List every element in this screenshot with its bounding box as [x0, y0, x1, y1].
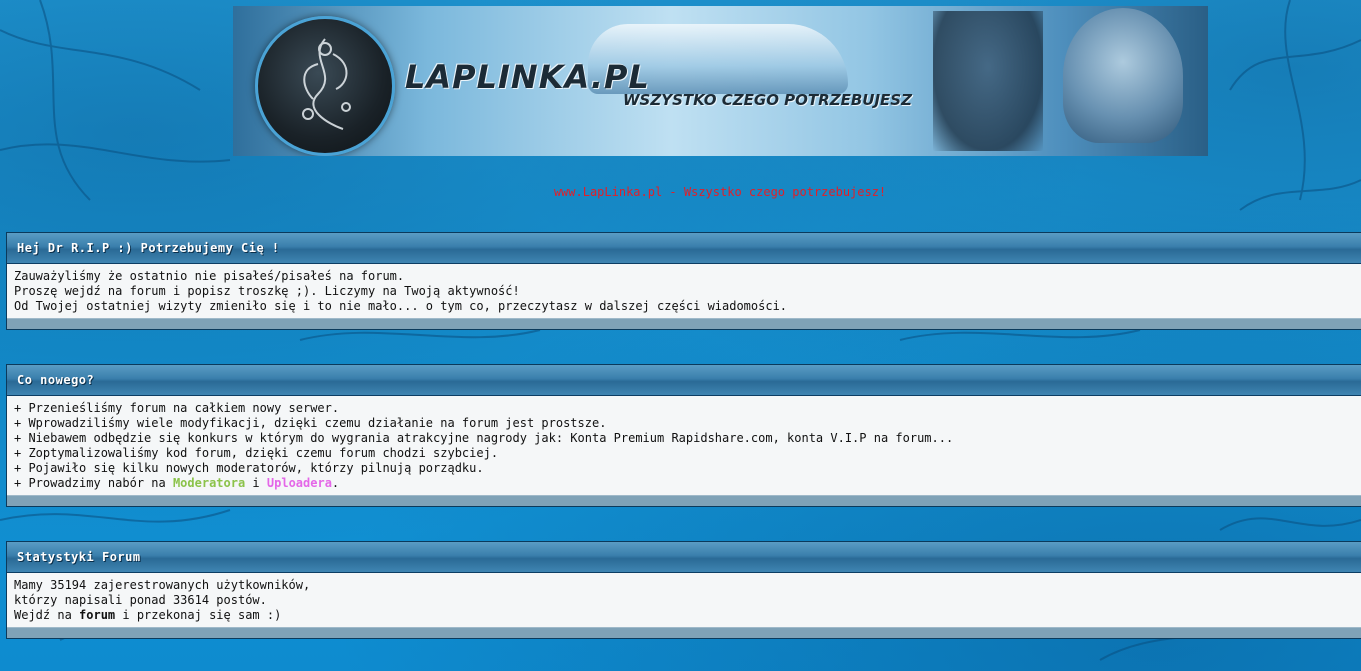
stats-panel-title: Statystyki Forum — [7, 542, 1361, 573]
uploader-link[interactable]: Uploadera — [267, 476, 332, 490]
welcome-panel: Hej Dr R.I.P :) Potrzebujemy Cię ! Zauwa… — [6, 232, 1361, 330]
welcome-line: Zauważyliśmy że ostatnio nie pisałeś/pis… — [14, 269, 405, 283]
welcome-line: Proszę wejdź na forum i popisz troszkę ;… — [14, 284, 520, 298]
news-panel-title: Co nowego? — [7, 365, 1361, 396]
news-item: + Niebawem odbędzie się konkurs w którym… — [14, 431, 954, 445]
site-tagline: www.LapLinka.pl - Wszystko czego potrzeb… — [553, 185, 887, 199]
banner-logo-text: LAPLINKA.PL — [405, 58, 650, 96]
recruit-prefix: + Prowadzimy nabór na — [14, 476, 173, 490]
invite-prefix: Wejdź na — [14, 608, 80, 622]
stats-invite-line: Wejdź na forum i przekonaj się sam :) — [14, 608, 1355, 623]
soldier-image — [933, 11, 1043, 151]
stats-panel-footer — [7, 627, 1361, 638]
banner-slogan: WSZYSTKO CZEGO POTRZEBUJESZ — [623, 91, 912, 109]
news-item: + Pojawiło się kilku nowych moderatorów,… — [14, 461, 484, 475]
news-panel: Co nowego? + Przenieśliśmy forum na całk… — [6, 364, 1361, 507]
moderator-link[interactable]: Moderatora — [173, 476, 245, 490]
news-item: + Przenieśliśmy forum na całkiem nowy se… — [14, 401, 340, 415]
stats-users-line: Mamy 35194 zajerestrowanych użytkowników… — [14, 578, 311, 592]
welcome-panel-title: Hej Dr R.I.P :) Potrzebujemy Cię ! — [7, 233, 1361, 264]
news-panel-body: + Przenieśliśmy forum na całkiem nowy se… — [7, 396, 1361, 495]
news-item-recruitment: + Prowadzimy nabór na Moderatora i Uploa… — [14, 476, 1355, 491]
welcome-line: Od Twojej ostatniej wizyty zmieniło się … — [14, 299, 788, 313]
soldier-helmet-image — [1063, 8, 1183, 143]
welcome-panel-body: Zauważyliśmy że ostatnio nie pisałeś/pis… — [7, 264, 1361, 318]
recruit-suffix: . — [331, 476, 340, 490]
forum-link[interactable]: forum — [79, 608, 115, 622]
news-item: + Wprowadziliśmy wiele modyfikacji, dzię… — [14, 416, 607, 430]
invite-suffix: i przekonaj się sam :) — [115, 608, 282, 622]
stats-panel: Statystyki Forum Mamy 35194 zajerestrowa… — [6, 541, 1361, 639]
welcome-panel-footer — [7, 318, 1361, 329]
news-item: + Zoptymalizowaliśmy kod forum, dzięki c… — [14, 446, 499, 460]
stats-posts-line: którzy napisali ponad 33614 postów. — [14, 593, 267, 607]
stats-panel-body: Mamy 35194 zajerestrowanych użytkowników… — [7, 573, 1361, 627]
recruit-conjunction: i — [245, 476, 267, 490]
site-banner[interactable]: LAPLINKA.PL WSZYSTKO CZEGO POTRZEBUJESZ — [233, 6, 1208, 156]
news-panel-footer — [7, 495, 1361, 506]
logo-emblem-icon — [255, 16, 395, 156]
